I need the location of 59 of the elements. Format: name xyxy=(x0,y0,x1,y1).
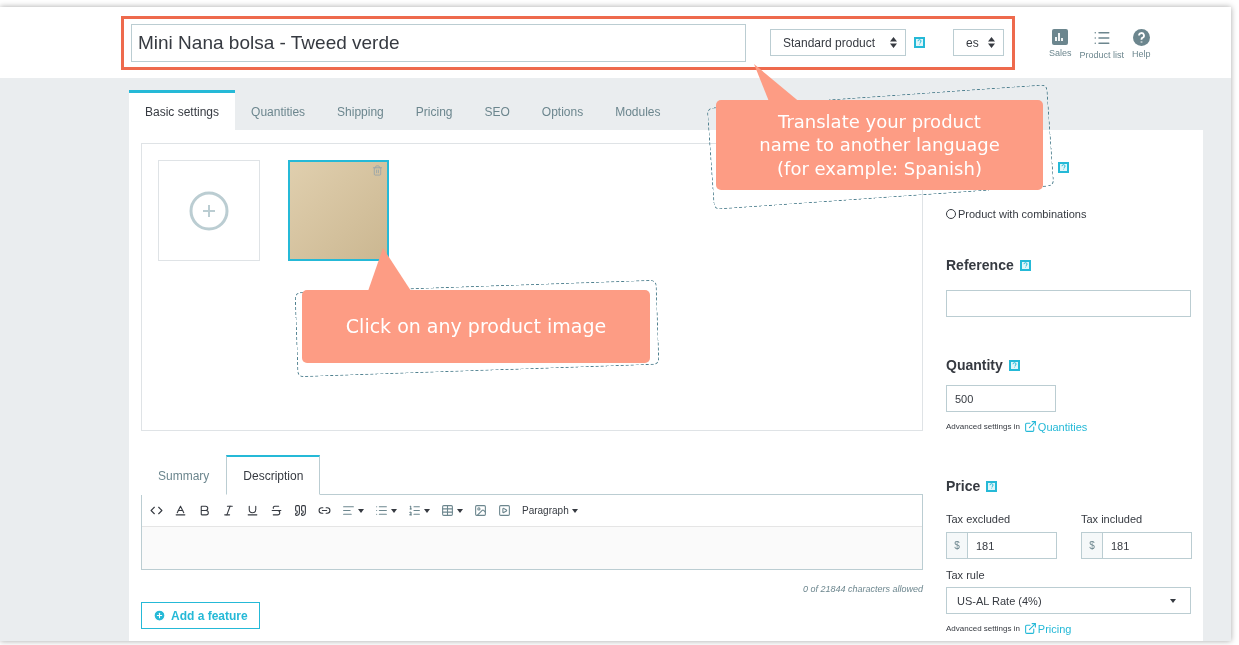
video-icon[interactable] xyxy=(498,504,511,517)
toolbar-dropdown[interactable] xyxy=(441,504,463,517)
advanced-settings-text: Advanced settings in xyxy=(946,624,1020,633)
radio-option[interactable]: Product with combinations xyxy=(946,208,1203,220)
tab[interactable]: Options xyxy=(525,90,600,130)
quantity-field[interactable]: 500 xyxy=(946,385,1056,412)
toolbar-icon[interactable] xyxy=(222,504,235,517)
field-label: Tax rule xyxy=(946,569,985,581)
currency-addon: $ xyxy=(946,532,968,559)
toolbar-dropdown[interactable] xyxy=(375,504,397,517)
list-icon xyxy=(1092,29,1111,47)
chart-icon xyxy=(1052,29,1069,45)
header-action[interactable]: Product list xyxy=(1079,29,1125,60)
product-type-select[interactable]: Standard product xyxy=(770,29,906,56)
header-action[interactable]: Help xyxy=(1132,29,1151,60)
language-select[interactable]: es xyxy=(953,29,1004,56)
format-dropdown[interactable]: Paragraph xyxy=(522,505,578,516)
toolbar-dropdown[interactable] xyxy=(342,504,364,517)
plus-circle-icon xyxy=(189,190,229,231)
up-down-icon xyxy=(890,37,897,48)
price-field[interactable]: 181 xyxy=(968,532,1057,559)
reference-field[interactable] xyxy=(946,290,1191,317)
advanced-settings-text: Advanced settings in xyxy=(946,422,1020,431)
section-heading: Price xyxy=(946,478,981,494)
external-link-icon xyxy=(1023,420,1037,433)
tab[interactable]: Description xyxy=(226,455,321,495)
add-image-tile[interactable] xyxy=(158,160,260,261)
toolbar-icon[interactable] xyxy=(150,504,163,517)
section-heading: Reference xyxy=(946,257,1014,273)
product-name-field[interactable]: Mini Nana bolsa - Tweed verde xyxy=(131,23,746,62)
tab[interactable]: Quantities xyxy=(235,90,322,130)
tax-rule-select[interactable]: US-AL Rate (4%) xyxy=(946,587,1191,614)
toolbar-icon[interactable] xyxy=(198,504,211,517)
toolbar-icon[interactable] xyxy=(318,504,331,517)
external-link-icon xyxy=(1023,622,1037,635)
pricing-link[interactable]: Pricing xyxy=(1023,622,1072,635)
quantities-link[interactable]: Quantities xyxy=(1023,420,1088,433)
toolbar-dropdown[interactable] xyxy=(408,504,430,517)
price-field[interactable]: 181 xyxy=(1103,532,1192,559)
tab[interactable]: Pricing xyxy=(399,90,469,130)
toolbar-icon[interactable] xyxy=(294,504,307,517)
image-icon[interactable] xyxy=(474,504,487,517)
toolbar-icon[interactable] xyxy=(174,504,187,517)
field-label: Tax excluded xyxy=(946,513,1011,525)
field-label: Tax included xyxy=(1081,513,1143,525)
currency-addon: $ xyxy=(1081,532,1103,559)
section-heading: Quantity xyxy=(946,357,1003,373)
tab[interactable]: Modules xyxy=(599,90,677,130)
up-down-icon xyxy=(988,37,995,48)
toolbar-icon[interactable] xyxy=(270,504,283,517)
tab[interactable]: Shipping xyxy=(321,90,400,130)
toolbar-icon[interactable] xyxy=(246,504,259,517)
tab[interactable]: Basic settings xyxy=(129,90,236,130)
help-icon xyxy=(1132,29,1150,46)
tab[interactable]: SEO xyxy=(468,90,526,130)
plus-icon xyxy=(153,609,166,622)
character-counter: 0 of 21844 characters allowed xyxy=(801,584,923,594)
header-action[interactable]: Sales xyxy=(1049,29,1072,60)
add-feature-button[interactable]: Add a feature xyxy=(141,602,260,629)
